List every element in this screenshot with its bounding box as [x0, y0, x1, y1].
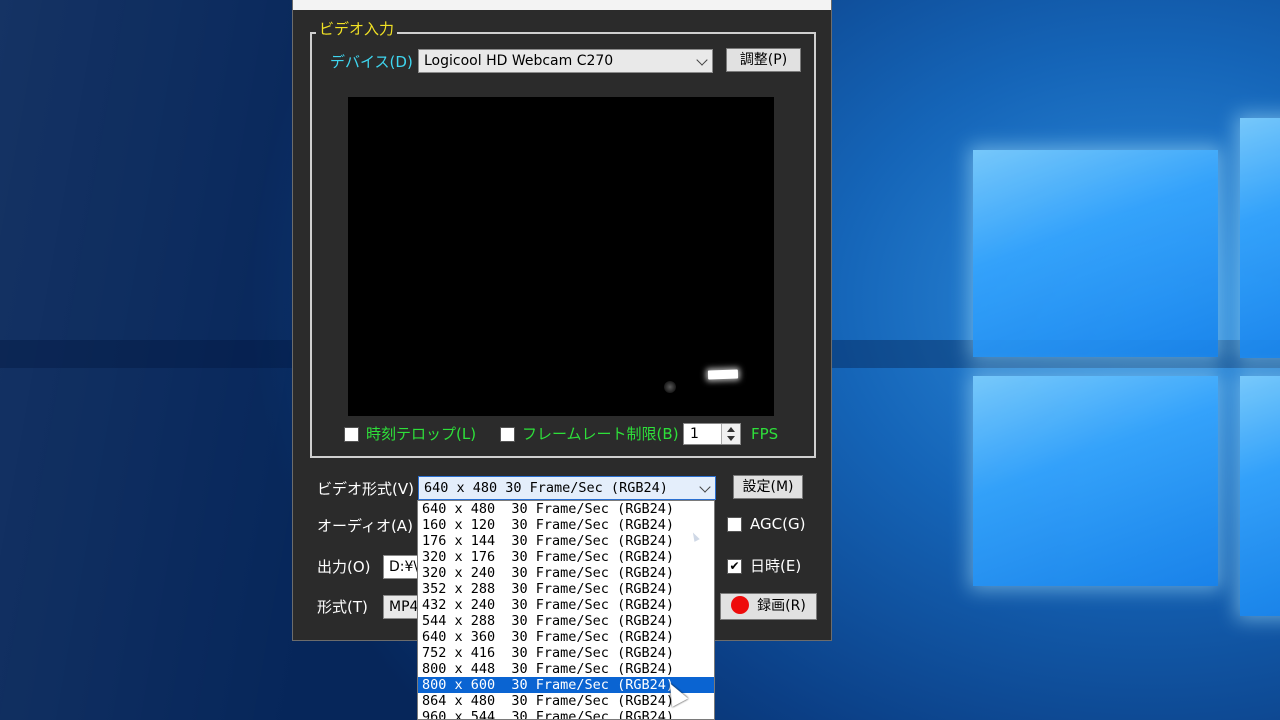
dropdown-option[interactable]: 640 x 360 30 Frame/Sec (RGB24) — [418, 629, 714, 645]
dropdown-option[interactable]: 352 x 288 30 Frame/Sec (RGB24) — [418, 581, 714, 597]
preview-light-spot — [707, 369, 739, 380]
audio-label: オーディオ(A) — [317, 517, 413, 535]
windows-logo-pane-top-right — [1240, 118, 1280, 358]
record-button[interactable]: 録画(R) — [720, 593, 817, 620]
device-select-value: Logicool HD Webcam C270 — [424, 53, 614, 69]
dropdown-option[interactable]: 160 x 120 30 Frame/Sec (RGB24) — [418, 517, 714, 533]
dropdown-option[interactable]: 320 x 240 30 Frame/Sec (RGB24) — [418, 565, 714, 581]
output-label: 出力(O) — [317, 558, 371, 576]
video-format-select[interactable]: 640 x 480 30 Frame/Sec (RGB24) — [418, 476, 716, 500]
preview-blur-spot — [664, 381, 676, 393]
dropdown-option[interactable]: 752 x 416 30 Frame/Sec (RGB24) — [418, 645, 714, 661]
time-telop-label: 時刻テロップ(L) — [366, 425, 477, 443]
video-input-group-title: ビデオ入力 — [316, 20, 398, 38]
format-label: 形式(T) — [317, 598, 368, 616]
chevron-down-icon — [699, 481, 711, 493]
datetime-label: 日時(E) — [750, 557, 802, 575]
framerate-limit-checkbox[interactable] — [500, 427, 515, 442]
dropdown-option[interactable]: 432 x 240 30 Frame/Sec (RGB24) — [418, 597, 714, 613]
device-select[interactable]: Logicool HD Webcam C270 — [418, 49, 713, 73]
chevron-down-icon — [696, 54, 708, 66]
dropdown-option[interactable]: 800 x 448 30 Frame/Sec (RGB24) — [418, 661, 714, 677]
fps-unit-label: FPS — [751, 425, 779, 443]
fps-value: 1 — [690, 426, 699, 442]
format-value: MP4 — [389, 599, 419, 615]
device-label: デバイス(D) — [330, 53, 413, 71]
windows-logo-pane-top-left — [973, 150, 1218, 357]
windows-logo-pane-bottom-left — [973, 376, 1218, 586]
agc-checkbox[interactable] — [727, 517, 742, 532]
title-bar[interactable] — [293, 0, 831, 10]
fps-spinner[interactable]: 1 — [683, 423, 741, 445]
video-format-label: ビデオ形式(V) — [317, 480, 414, 498]
video-preview — [348, 97, 774, 416]
framerate-limit-label: フレームレート制限(B) — [522, 425, 679, 443]
output-path-value: D:¥\ — [389, 559, 419, 575]
video-format-value: 640 x 480 30 Frame/Sec (RGB24) — [424, 480, 668, 496]
record-dot-icon — [731, 596, 750, 614]
windows-logo-pane-bottom-right — [1240, 376, 1280, 616]
dropdown-option[interactable]: 640 x 480 30 Frame/Sec (RGB24) — [418, 501, 714, 517]
datetime-checkbox[interactable]: ✔ — [727, 559, 742, 574]
adjust-button[interactable]: 調整(P) — [726, 48, 801, 72]
dropdown-option[interactable]: 960 x 544 30 Frame/Sec (RGB24) — [418, 709, 714, 719]
spin-down-icon[interactable] — [727, 436, 735, 441]
dropdown-option[interactable]: 320 x 176 30 Frame/Sec (RGB24) — [418, 549, 714, 565]
record-button-label: 録画(R) — [757, 598, 806, 614]
agc-label: AGC(G) — [750, 515, 806, 533]
time-telop-checkbox[interactable] — [344, 427, 359, 442]
dropdown-option[interactable]: 544 x 288 30 Frame/Sec (RGB24) — [418, 613, 714, 629]
spin-up-icon[interactable] — [727, 427, 735, 432]
settings-button[interactable]: 設定(M) — [733, 475, 803, 499]
dropdown-option[interactable]: 176 x 144 30 Frame/Sec (RGB24) — [418, 533, 714, 549]
spinner-arrows[interactable] — [721, 424, 740, 444]
